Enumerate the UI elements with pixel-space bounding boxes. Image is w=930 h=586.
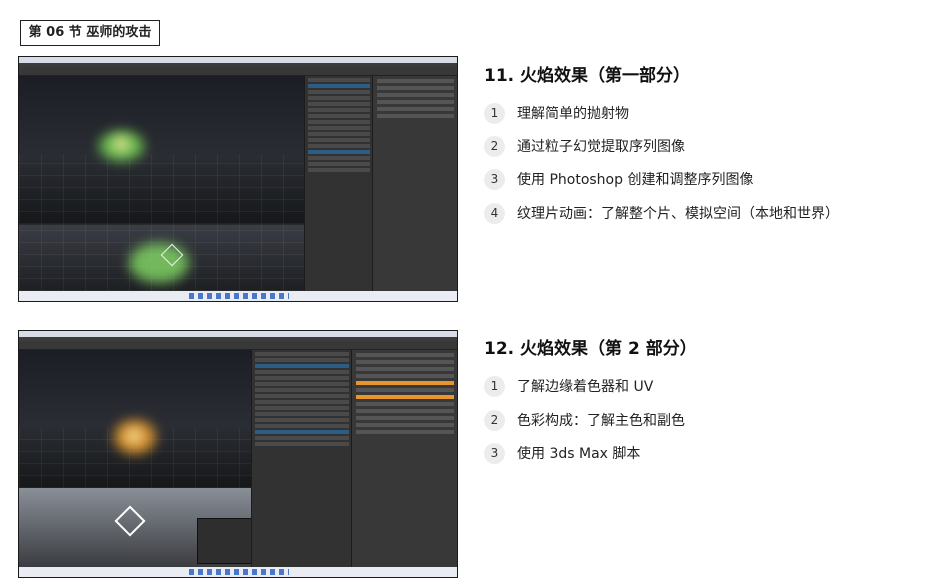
lesson-title: 12. 火焰效果（第 2 部分） [484, 339, 697, 359]
gizmo-icon [114, 505, 146, 537]
scene-view [19, 225, 304, 291]
editor-screenshot-2 [18, 330, 458, 578]
list-item: 3 使用 3ds Max 脚本 [484, 442, 640, 464]
project-panel [304, 76, 373, 291]
list-item: 4 纹理片动画：了解整个片、模拟空间（本地和世界） [484, 202, 839, 224]
item-text: 色彩构成：了解主色和副色 [517, 413, 685, 429]
game-view [19, 350, 251, 488]
game-view [19, 76, 304, 224]
green-particle-effect [129, 243, 189, 283]
item-number-badge: 2 [484, 135, 505, 157]
scene-view [19, 488, 253, 567]
item-text: 纹理片动画：了解整个片、模拟空间（本地和世界） [517, 206, 839, 222]
list-item: 1 了解边缘着色器和 UV [484, 375, 653, 397]
item-text: 理解简单的抛射物 [517, 106, 629, 122]
item-text: 了解边缘着色器和 UV [517, 379, 654, 395]
project-panel [251, 350, 352, 577]
item-number-badge: 4 [484, 202, 505, 224]
editor-screenshot-1 [18, 56, 458, 302]
list-item: 2 通过粒子幻觉提取序列图像 [484, 135, 685, 157]
item-number-badge: 2 [484, 409, 505, 431]
item-number-badge: 1 [484, 102, 505, 124]
particle-settings-panel [197, 518, 253, 564]
os-taskbar [19, 291, 457, 301]
list-item: 2 色彩构成：了解主色和副色 [484, 409, 685, 431]
list-item: 1 理解简单的抛射物 [484, 102, 629, 124]
item-text: 使用 Photoshop 创建和调整序列图像 [517, 172, 754, 188]
section-tag: 第 06 节 巫师的攻击 [20, 20, 160, 46]
list-item: 3 使用 Photoshop 创建和调整序列图像 [484, 168, 753, 190]
lesson-title: 11. 火焰效果（第一部分） [484, 66, 691, 86]
toolbar [19, 341, 457, 350]
inspector-panel [372, 76, 457, 291]
item-text: 使用 3ds Max 脚本 [517, 446, 641, 462]
item-text: 通过粒子幻觉提取序列图像 [517, 139, 685, 155]
os-taskbar [19, 567, 457, 577]
item-number-badge: 3 [484, 168, 505, 190]
toolbar [19, 67, 457, 76]
inspector-panel [351, 350, 457, 577]
item-number-badge: 3 [484, 442, 505, 464]
item-number-badge: 1 [484, 375, 505, 397]
